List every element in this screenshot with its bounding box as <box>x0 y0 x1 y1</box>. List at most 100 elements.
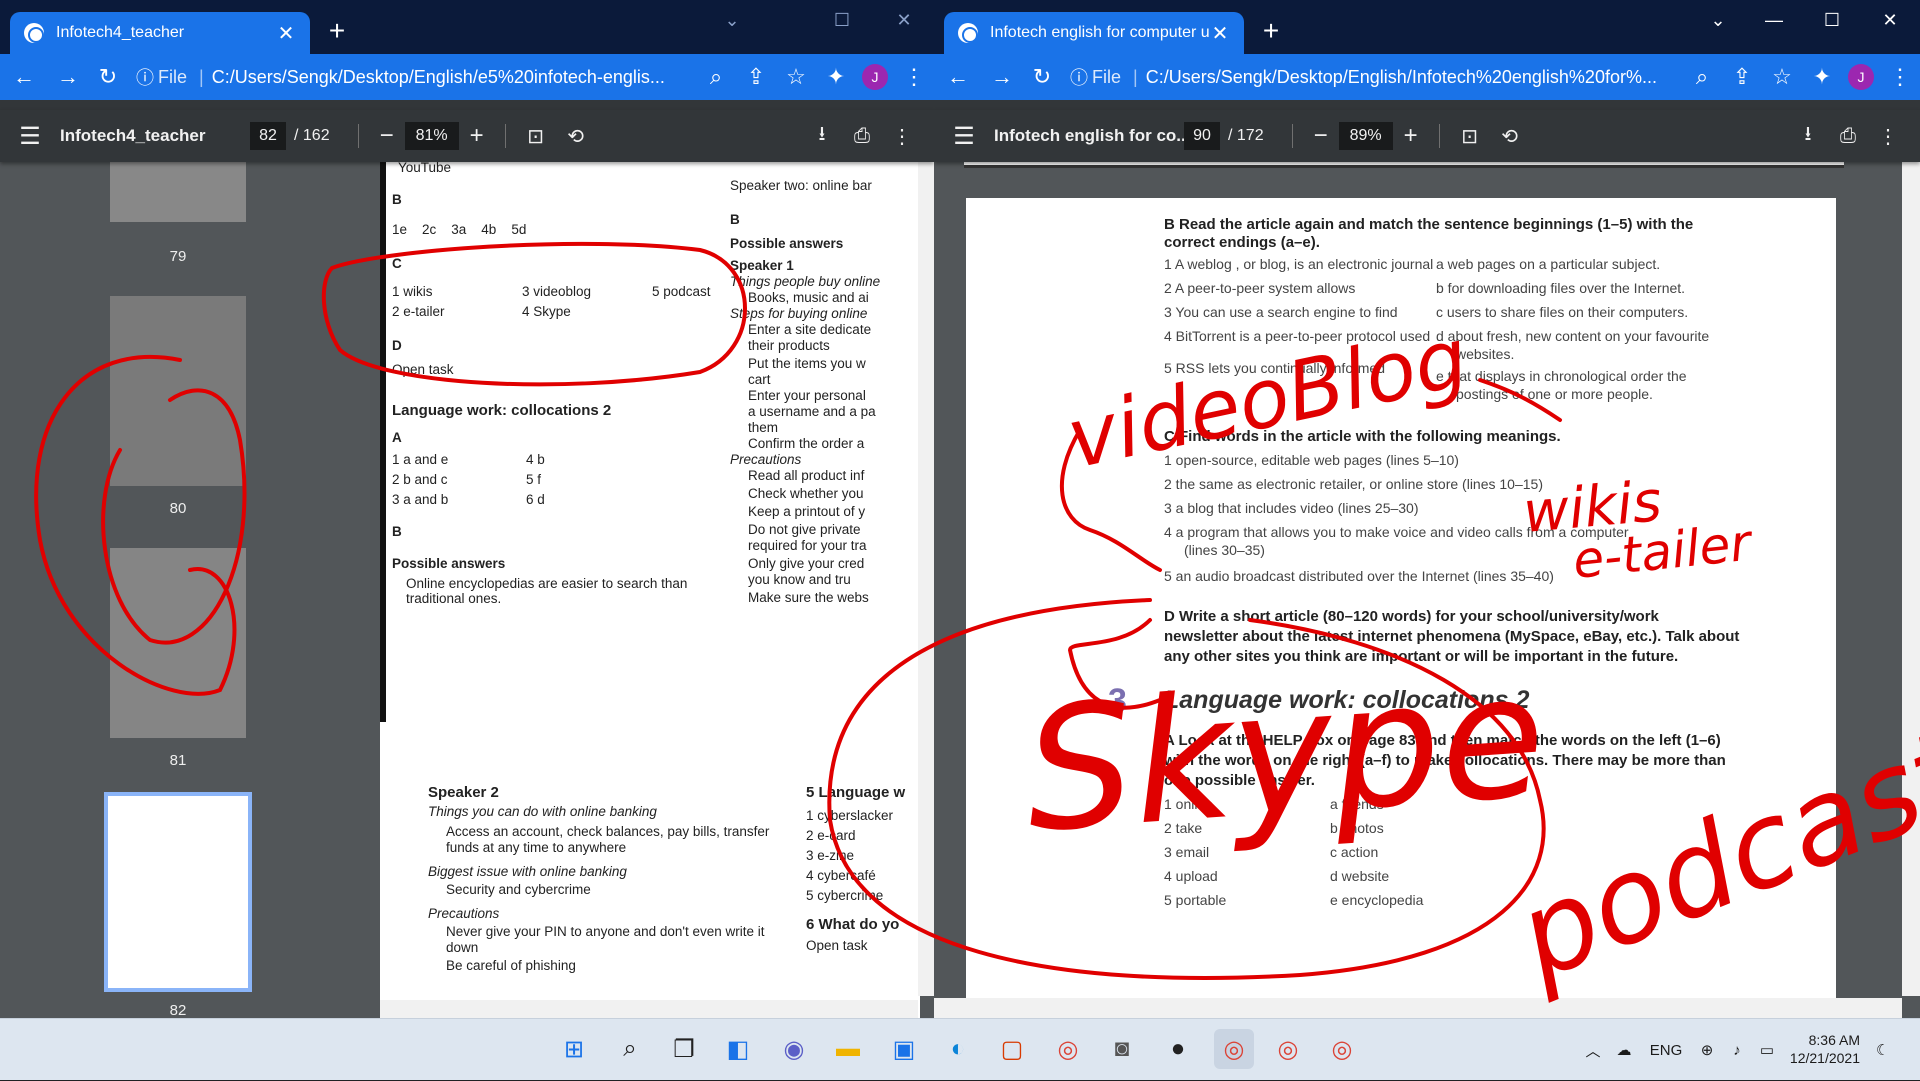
zoom-icon[interactable]: ⌕ <box>696 64 736 90</box>
back-icon[interactable]: ← <box>0 64 48 90</box>
answer-c4: 4 Skype <box>522 304 571 319</box>
bookmark-star-icon[interactable]: ☆ <box>1762 64 1802 90</box>
close-window-icon[interactable]: ✕ <box>884 10 924 40</box>
menu-icon[interactable]: ⋮ <box>894 64 934 90</box>
language-indicator[interactable]: ENG <box>1640 1042 1692 1059</box>
clock[interactable]: 8:36 AM 12/21/2021 <box>1790 1031 1860 1067</box>
tab-search-icon[interactable]: ⌄ <box>712 10 752 40</box>
rotate-icon[interactable]: ⟲ <box>556 124 596 149</box>
hamburger-icon[interactable]: ☰ <box>0 122 60 151</box>
network-icon[interactable]: ⊕ <box>1692 1041 1722 1059</box>
print-icon[interactable]: ⎙ <box>1828 125 1868 148</box>
avatar[interactable]: J <box>1848 64 1874 90</box>
close-window-icon[interactable]: ✕ <box>1870 10 1910 40</box>
clock-date: 12/21/2021 <box>1789 1050 1860 1066</box>
thumbnail-page[interactable] <box>110 152 246 222</box>
thumbnail-page[interactable] <box>110 548 246 738</box>
edge-icon[interactable]: ◐ <box>938 1029 978 1069</box>
zoom-in-button[interactable]: + <box>1393 122 1429 150</box>
start-icon[interactable]: ⊞ <box>554 1029 594 1069</box>
chrome-profile-icon[interactable]: ◎ <box>1214 1029 1254 1069</box>
more-actions-icon[interactable]: ⋮ <box>882 124 922 149</box>
thumbnail-page-selected[interactable] <box>104 792 252 992</box>
page-number-input[interactable]: 90 <box>1184 122 1220 150</box>
avatar[interactable]: J <box>862 64 888 90</box>
thumbnail-label: 81 <box>169 752 187 769</box>
download-icon[interactable]: ⭳ <box>802 119 842 153</box>
minimize-icon[interactable]: — <box>1754 10 1794 40</box>
page-text: Things you can do with online banking <box>428 804 657 819</box>
bookmark-star-icon[interactable]: ☆ <box>776 64 816 90</box>
share-icon[interactable]: ⇪ <box>736 64 776 90</box>
file-explorer-icon[interactable]: ▬ <box>828 1029 868 1069</box>
info-icon[interactable]: ⓘ <box>1070 64 1088 90</box>
zoom-input[interactable]: 81% <box>404 122 459 150</box>
camera-icon[interactable]: ◙ <box>1102 1029 1142 1069</box>
chrome-icon-2[interactable]: ◎ <box>1268 1029 1308 1069</box>
page-text: required for your tra <box>748 538 867 553</box>
close-tab-icon[interactable]: ✕ <box>1210 21 1230 46</box>
download-icon[interactable]: ⭳ <box>1788 119 1828 153</box>
cloud-icon[interactable]: ☁ <box>1608 1041 1640 1059</box>
extensions-icon[interactable]: ✦ <box>816 64 856 90</box>
new-tab-button[interactable]: + <box>1256 16 1286 46</box>
store-icon[interactable]: ▣ <box>884 1029 924 1069</box>
notifications-icon[interactable]: ☾ <box>1876 1019 1906 1081</box>
obs-icon[interactable]: ● <box>1158 1029 1198 1069</box>
page-text: their products <box>748 338 830 353</box>
chevron-up-icon[interactable]: ︿ <box>1578 1040 1608 1061</box>
page-text: b for downloading files over the Interne… <box>1436 280 1686 296</box>
office-icon[interactable]: ▢ <box>992 1029 1032 1069</box>
thumbnail-page[interactable] <box>110 296 246 486</box>
horizontal-scrollbar[interactable] <box>934 998 1902 1018</box>
info-icon[interactable]: ⓘ <box>136 64 154 90</box>
battery-icon[interactable]: ▭ <box>1752 1041 1782 1059</box>
zoom-in-button[interactable]: + <box>459 122 495 150</box>
page-number-input[interactable]: 82 <box>250 122 286 150</box>
zoom-input[interactable]: 89% <box>1338 122 1393 150</box>
tab-search-icon[interactable]: ⌄ <box>1698 10 1738 40</box>
chrome-icon[interactable]: ◎ <box>1048 1029 1088 1069</box>
hamburger-icon[interactable]: ☰ <box>934 122 994 151</box>
chrome-icon-3[interactable]: ◎ <box>1322 1029 1362 1069</box>
zoom-out-button[interactable]: − <box>369 122 405 150</box>
page-text: (lines 30–35) <box>1184 542 1265 558</box>
reload-icon[interactable]: ↻ <box>88 64 128 90</box>
extensions-icon[interactable]: ✦ <box>1802 64 1842 90</box>
tab-infotech4-teacher[interactable]: Infotech4_teacher ✕ <box>10 12 310 54</box>
page-text: them <box>748 420 779 435</box>
teams-chat-icon[interactable]: ◉ <box>774 1029 814 1069</box>
rotate-icon[interactable]: ⟲ <box>1490 124 1530 149</box>
pdf-viewer[interactable]: B Read the article again and match the s… <box>934 158 1920 1018</box>
widgets-icon[interactable]: ◧ <box>718 1029 758 1069</box>
forward-icon[interactable]: → <box>48 64 88 90</box>
url-field[interactable]: ⓘ File | C:/Users/Sengk/Desktop/English/… <box>1062 64 1682 90</box>
forward-icon[interactable]: → <box>982 64 1022 90</box>
fit-page-icon[interactable]: ⊡ <box>1450 124 1490 149</box>
tab-infotech-english[interactable]: Infotech english for computer us ✕ <box>944 12 1244 54</box>
more-actions-icon[interactable]: ⋮ <box>1868 124 1908 149</box>
zoom-icon[interactable]: ⌕ <box>1682 64 1722 90</box>
search-icon[interactable]: ⌕ <box>610 1029 650 1069</box>
zoom-out-button[interactable]: − <box>1303 122 1339 150</box>
url-field[interactable]: ⓘ File | C:/Users/Sengk/Desktop/English/… <box>128 64 696 90</box>
vertical-scrollbar[interactable] <box>918 162 934 996</box>
maximize-icon[interactable]: ☐ <box>1812 10 1852 40</box>
volume-icon[interactable]: ♪ <box>1722 1042 1752 1059</box>
fit-page-icon[interactable]: ⊡ <box>516 124 556 149</box>
reload-icon[interactable]: ↻ <box>1022 64 1062 90</box>
page-text: you know and tru <box>748 572 851 587</box>
exercise-heading: C Find words in the article with the fol… <box>1164 428 1561 445</box>
horizontal-scrollbar[interactable] <box>380 1000 918 1018</box>
vertical-scrollbar[interactable] <box>1902 162 1920 996</box>
task-view-icon[interactable]: ❐ <box>664 1029 704 1069</box>
menu-icon[interactable]: ⋮ <box>1880 64 1920 90</box>
exercise-heading: A Look at the HELP box on page 83 and th… <box>1164 732 1721 749</box>
new-tab-button[interactable]: + <box>322 16 352 46</box>
maximize-icon[interactable]: ☐ <box>822 10 862 40</box>
close-tab-icon[interactable]: ✕ <box>276 21 296 46</box>
print-icon[interactable]: ⎙ <box>842 125 882 148</box>
pdf-viewer[interactable]: YouTube B 1e 2c 3a 4b 5d C 1 wikis 2 e-t… <box>356 152 934 1018</box>
share-icon[interactable]: ⇪ <box>1722 64 1762 90</box>
back-icon[interactable]: ← <box>934 64 982 90</box>
